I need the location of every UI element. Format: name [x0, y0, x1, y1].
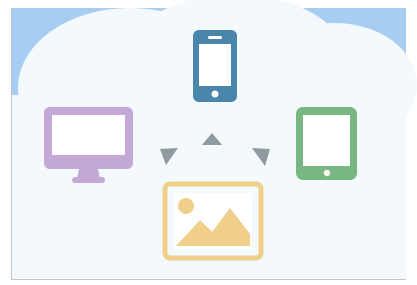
tablet-icon	[296, 107, 357, 180]
smartphone-icon	[193, 30, 237, 102]
cloud-sync-illustration	[0, 0, 417, 285]
illustration-svg	[11, 0, 417, 280]
image-icon	[162, 181, 264, 261]
